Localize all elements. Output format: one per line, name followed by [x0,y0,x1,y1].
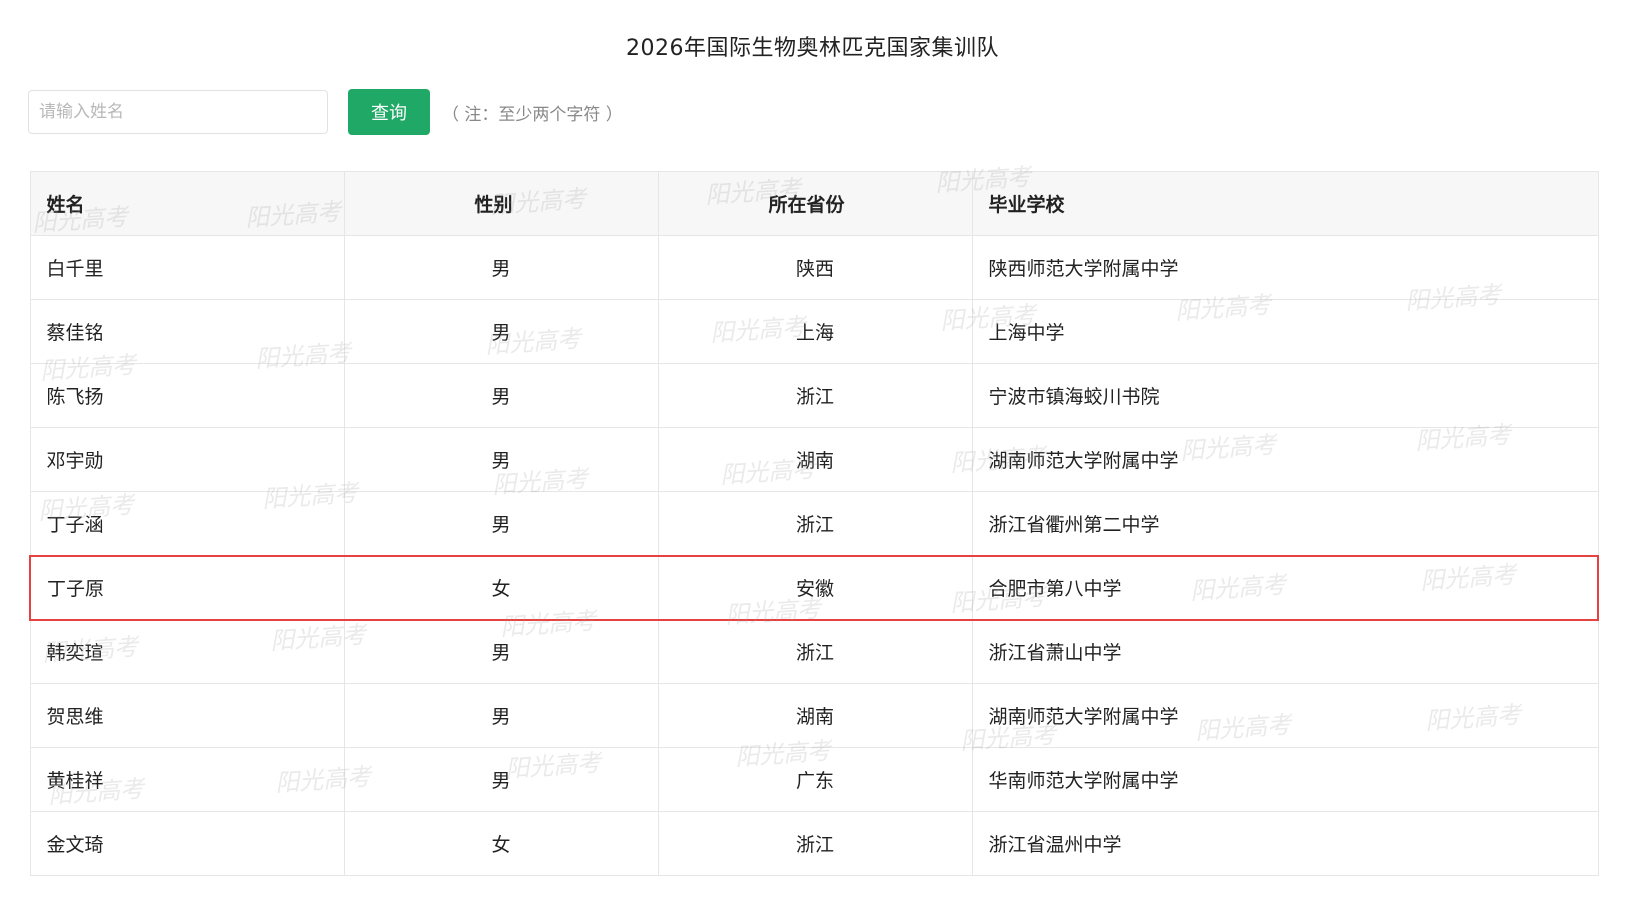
cell-province: 广东 [657,747,973,812]
cell-province: 上海 [657,299,973,364]
header-province: 所在省份 [657,171,973,236]
cell-name: 金文琦 [29,811,345,876]
cell-school: 宁波市镇海蛟川书院 [971,363,1599,428]
results-table-container: 姓名 性别 所在省份 毕业学校 白千里 男 陕西 陕西师范大学附属中学 蔡佳铭 … [29,171,1599,876]
cell-gender: 女 [343,554,659,621]
cell-name: 陈飞扬 [29,363,345,428]
table-row: 韩奕瑄 男 浙江 浙江省萧山中学 [29,619,1599,684]
cell-name: 邓宇勋 [29,427,345,492]
cell-gender: 男 [343,235,659,300]
cell-school: 浙江省衢州第二中学 [971,491,1599,556]
cell-province: 浙江 [657,491,973,556]
cell-school: 湖南师范大学附属中学 [971,427,1599,492]
header-school: 毕业学校 [971,171,1599,236]
header-name: 姓名 [29,171,345,236]
cell-province: 浙江 [657,811,973,876]
table-row: 丁子涵 男 浙江 浙江省衢州第二中学 [29,491,1599,556]
results-table: 姓名 性别 所在省份 毕业学校 白千里 男 陕西 陕西师范大学附属中学 蔡佳铭 … [29,171,1599,876]
cell-gender: 男 [343,747,659,812]
cell-province: 湖南 [657,427,973,492]
cell-school: 华南师范大学附属中学 [971,747,1599,812]
table-row-highlighted: 丁子原 女 安徽 合肥市第八中学 [29,554,1599,621]
cell-name: 黄桂祥 [29,747,345,812]
table-row: 白千里 男 陕西 陕西师范大学附属中学 [29,235,1599,300]
cell-name: 丁子涵 [29,491,345,556]
header-gender: 性别 [343,171,659,236]
cell-school: 陕西师范大学附属中学 [971,235,1599,300]
search-hint-text: （ 注：至少两个字符 ） [442,104,623,125]
name-search-input[interactable] [28,90,328,134]
cell-gender: 男 [343,619,659,684]
page-title: 2026年国际生物奥林匹克国家集训队 [626,36,999,61]
cell-province: 湖南 [657,683,973,748]
cell-gender: 男 [343,299,659,364]
cell-province: 陕西 [657,235,973,300]
cell-school: 上海中学 [971,299,1599,364]
table-row: 蔡佳铭 男 上海 上海中学 [29,299,1599,364]
cell-province: 浙江 [657,619,973,684]
cell-school: 湖南师范大学附属中学 [971,683,1599,748]
cell-gender: 男 [343,683,659,748]
cell-name: 蔡佳铭 [29,299,345,364]
cell-school: 浙江省温州中学 [971,811,1599,876]
table-row: 贺思维 男 湖南 湖南师范大学附属中学 [29,683,1599,748]
table-row: 邓宇勋 男 湖南 湖南师范大学附属中学 [29,427,1599,492]
cell-gender: 女 [343,811,659,876]
cell-school: 合肥市第八中学 [971,554,1599,621]
cell-gender: 男 [343,427,659,492]
search-bar: 查询 （ 注：至少两个字符 ） [28,88,623,136]
table-row: 黄桂祥 男 广东 华南师范大学附属中学 [29,747,1599,812]
cell-gender: 男 [343,363,659,428]
table-row: 金文琦 女 浙江 浙江省温州中学 [29,811,1599,876]
cell-name: 丁子原 [29,554,345,621]
cell-name: 白千里 [29,235,345,300]
table-row: 陈飞扬 男 浙江 宁波市镇海蛟川书院 [29,363,1599,428]
table-header-row: 姓名 性别 所在省份 毕业学校 [29,171,1599,236]
cell-province: 浙江 [657,363,973,428]
cell-name: 贺思维 [29,683,345,748]
cell-gender: 男 [343,491,659,556]
cell-province: 安徽 [657,554,973,621]
cell-name: 韩奕瑄 [29,619,345,684]
cell-school: 浙江省萧山中学 [971,619,1599,684]
query-button[interactable]: 查询 [348,89,430,135]
